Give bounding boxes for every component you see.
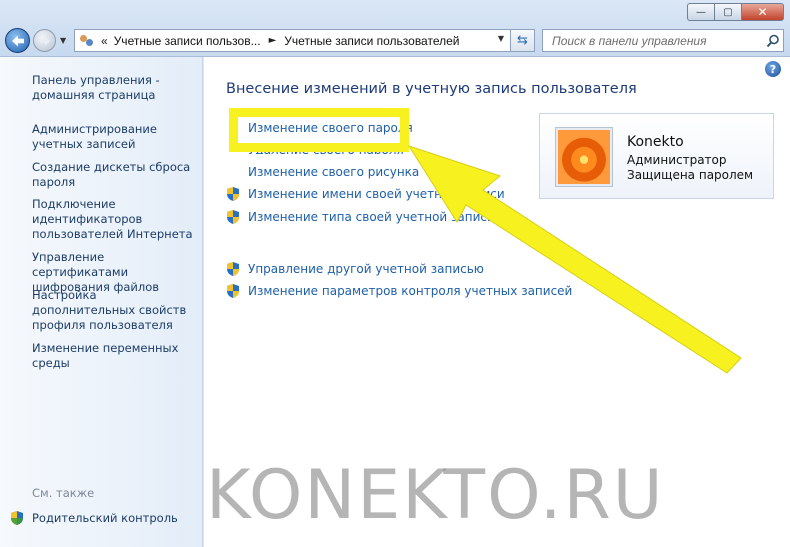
breadcrumb-item[interactable]: Учетные записи пользов... bbox=[114, 34, 261, 48]
manage-another-account-label: Управление другой учетной записью bbox=[248, 262, 484, 276]
refresh-icon: ⇆ bbox=[517, 33, 528, 48]
forward-button[interactable] bbox=[33, 29, 56, 52]
sidebar-item-environment[interactable]: Изменение переменных среды bbox=[32, 341, 197, 371]
uac-shield-icon bbox=[227, 284, 239, 298]
avatar bbox=[556, 128, 612, 186]
uac-settings-link[interactable]: Изменение параметров контроля учетных за… bbox=[226, 283, 572, 299]
address-chevron[interactable]: « bbox=[101, 34, 108, 48]
search-placeholder: Поиск в панели управления bbox=[552, 33, 707, 48]
change-picture-link[interactable]: Изменение своего рисунка bbox=[248, 165, 419, 179]
breadcrumb-separator[interactable]: ► bbox=[269, 35, 277, 46]
change-account-name-link[interactable]: Изменение имени своей учетной записи bbox=[226, 186, 505, 202]
recent-pages-dropdown[interactable]: ▼ bbox=[60, 36, 66, 45]
sidebar-item-manage-accounts[interactable]: Администрирование учетных записей bbox=[32, 122, 197, 152]
change-account-type-label: Изменение типа своей учетной записи bbox=[248, 210, 495, 224]
back-button[interactable] bbox=[5, 28, 30, 53]
maximize-button[interactable]: ▢ bbox=[714, 3, 741, 21]
see-also-heading: См. также bbox=[32, 486, 95, 500]
change-account-type-link[interactable]: Изменение типа своей учетной записи bbox=[226, 209, 495, 225]
sidebar-item-reset-disk[interactable]: Создание дискеты сброса пароля bbox=[32, 160, 197, 190]
chevron-down-icon[interactable]: ▼ bbox=[498, 34, 504, 43]
arrow-left-icon bbox=[11, 35, 24, 46]
search-input[interactable]: Поиск в панели управления bbox=[542, 29, 784, 52]
parental-controls-label: Родительский контроль bbox=[32, 511, 178, 525]
user-card: Konekto Администратор Защищена паролем bbox=[539, 113, 774, 199]
sidebar-item-online-ids[interactable]: Подключение идентификаторов пользователе… bbox=[32, 197, 197, 242]
minimize-button[interactable]: — bbox=[687, 3, 714, 21]
change-account-name-label: Изменение имени своей учетной записи bbox=[248, 187, 505, 201]
uac-settings-label: Изменение параметров контроля учетных за… bbox=[248, 284, 573, 298]
user-role: Администратор bbox=[627, 153, 727, 167]
help-icon[interactable]: ? bbox=[765, 61, 781, 77]
user-name: Konekto bbox=[627, 134, 684, 150]
users-icon bbox=[79, 34, 95, 48]
highlight-box bbox=[229, 108, 409, 152]
uac-shield-icon bbox=[227, 210, 239, 224]
page-title: Внесение изменений в учетную запись поль… bbox=[226, 81, 637, 97]
sidebar-item-profile-properties[interactable]: Настройка дополнительных свойств профиля… bbox=[32, 288, 197, 333]
shield-icon bbox=[11, 511, 23, 525]
breadcrumb-item[interactable]: Учетные записи пользователей bbox=[284, 34, 459, 48]
uac-shield-icon bbox=[227, 262, 239, 276]
arrow-right-icon bbox=[39, 36, 50, 45]
window-controls: — ▢ ✕ bbox=[687, 3, 784, 21]
user-status: Защищена паролем bbox=[627, 168, 754, 182]
search-icon[interactable] bbox=[763, 34, 783, 48]
window-chrome: — ▢ ✕ ▼ « Учетные записи пользов... ► Уч… bbox=[0, 0, 790, 57]
sidebar-item-home[interactable]: Панель управления - домашняя страница bbox=[32, 73, 197, 103]
manage-another-account-link[interactable]: Управление другой учетной записью bbox=[226, 261, 484, 277]
parental-controls-link[interactable]: Родительский контроль bbox=[10, 510, 178, 526]
uac-shield-icon bbox=[227, 187, 239, 201]
close-button[interactable]: ✕ bbox=[741, 3, 784, 21]
left-pane: Панель управления - домашняя страница Ад… bbox=[0, 57, 203, 547]
refresh-button[interactable]: ⇆ bbox=[511, 29, 535, 52]
watermark: KONEKTO.RU bbox=[206, 456, 665, 535]
address-bar[interactable]: « Учетные записи пользов... ► Учетные за… bbox=[74, 29, 511, 52]
